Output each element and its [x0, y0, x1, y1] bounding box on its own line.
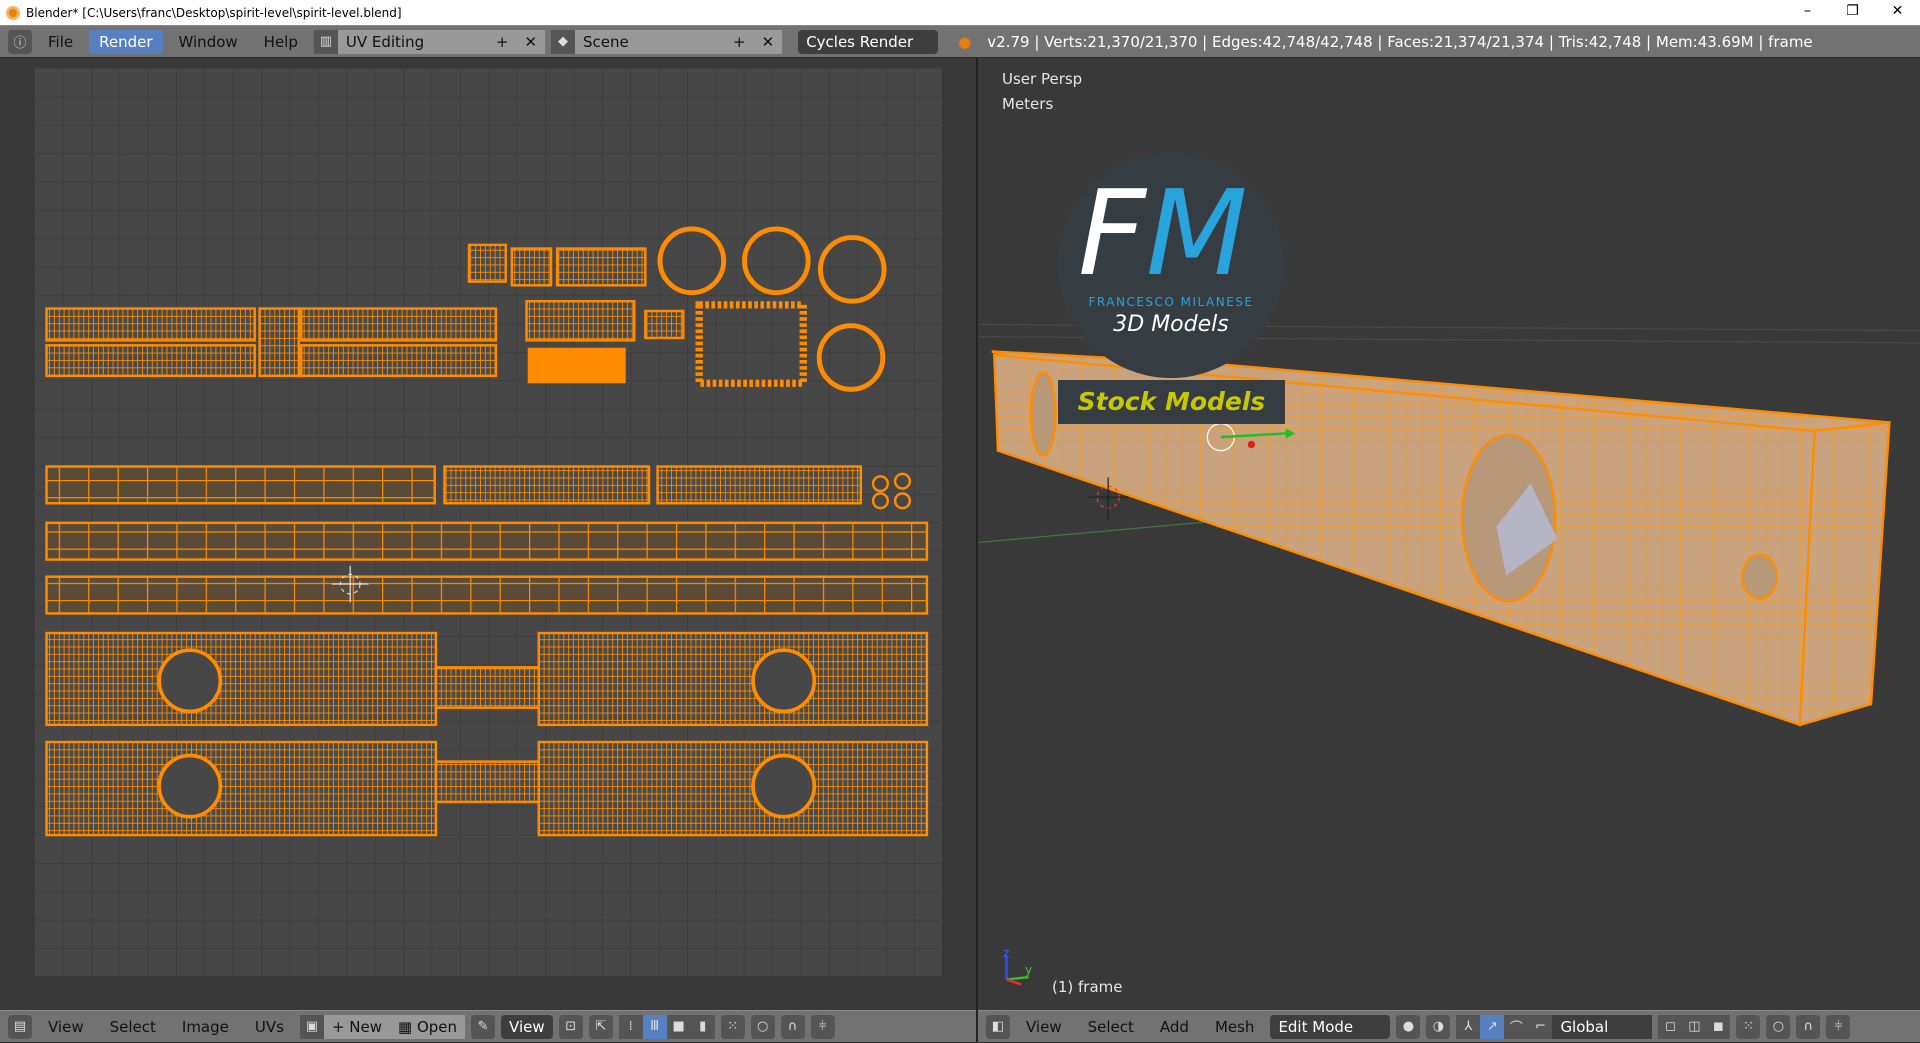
remove-scene-icon[interactable]: ✕	[753, 29, 783, 54]
info-editor-type-icon[interactable]: ⓘ	[8, 29, 32, 54]
vertex-select-icon[interactable]: ⁞	[618, 1014, 643, 1039]
render-engine-dropdown[interactable]: Cycles Render	[798, 29, 939, 54]
translate-manipulator-icon[interactable]: ↗	[1480, 1014, 1505, 1039]
layout-field[interactable]: UV Editing	[337, 29, 488, 54]
frame-label: (1) frame	[1052, 978, 1123, 996]
proportional-edit-icon[interactable]: ○	[1766, 1014, 1791, 1039]
open-label: Open	[416, 1017, 458, 1036]
face-select-icon[interactable]: ■	[666, 1014, 691, 1039]
scene-selector[interactable]: ◆ Scene + ✕	[551, 29, 783, 54]
view-mode-dropdown[interactable]: View	[501, 1014, 553, 1039]
view3d-menu-view[interactable]: View	[1016, 1015, 1072, 1039]
window-titlebar: Blender* [C:\Users\franc\Desktop\spirit-…	[0, 0, 1920, 25]
open-image-button[interactable]: ▦ Open	[390, 1014, 466, 1039]
uv-menu-select[interactable]: Select	[100, 1015, 166, 1039]
add-layout-icon[interactable]: +	[487, 29, 517, 54]
axis-z-label: z	[1003, 946, 1010, 960]
pin-icon[interactable]: ✎	[471, 1014, 496, 1039]
info-header: ⓘ File Render Window Help ▥ UV Editing +…	[0, 25, 1920, 58]
edge-select-mode-icon[interactable]: ◫	[1682, 1014, 1707, 1039]
rotate-manipulator-icon[interactable]: ⌒	[1504, 1014, 1529, 1039]
3d-view-header: ◧ View Select Add Mesh Edit Mode ● ◑ ⅄ ↗…	[978, 1010, 1920, 1043]
menu-render[interactable]: Render	[89, 29, 163, 54]
blender-logo-icon	[6, 5, 20, 20]
viewport-shading-icon[interactable]: ●	[1396, 1014, 1421, 1039]
units-label: Meters	[1002, 95, 1054, 113]
menu-file[interactable]: File	[38, 30, 83, 54]
window-title: Blender* [C:\Users\franc\Desktop\spirit-…	[26, 5, 402, 20]
view3d-menu-mesh[interactable]: Mesh	[1205, 1015, 1265, 1039]
pivot-point-icon[interactable]: ◑	[1426, 1014, 1451, 1039]
view-name-label: User Persp	[1002, 70, 1083, 88]
manipulator-toggle-icon[interactable]: ⅄	[1456, 1014, 1481, 1039]
scene-icon[interactable]: ◆	[551, 29, 576, 54]
add-scene-icon[interactable]: +	[725, 29, 754, 54]
logo-letter-m: M	[1145, 164, 1248, 302]
new-label: New	[349, 1017, 382, 1036]
menu-window[interactable]: Window	[169, 30, 248, 54]
proportional-edit-icon[interactable]: ○	[750, 1014, 775, 1039]
mode-dropdown[interactable]: Edit Mode	[1270, 1014, 1391, 1039]
restore-button[interactable]: ❐	[1830, 0, 1875, 22]
uv-image-editor[interactable]	[0, 58, 976, 1010]
logo-tagline: 3D Models	[1113, 312, 1229, 337]
orientation-dropdown[interactable]: Global	[1552, 1014, 1653, 1039]
minimize-button[interactable]: –	[1785, 0, 1830, 22]
scene-stats: v2.79 | Verts:21,370/21,370 | Edges:42,7…	[987, 32, 1813, 51]
snap-icon[interactable]: ∩	[780, 1014, 805, 1039]
editor-type-icon[interactable]: ◧	[986, 1014, 1010, 1039]
scale-manipulator-icon[interactable]: ⌐	[1528, 1014, 1553, 1039]
island-select-icon[interactable]: ▮	[690, 1014, 715, 1039]
logo-name: FRANCESCO MILANESE	[1088, 295, 1254, 309]
blender-icon: ●	[958, 32, 972, 51]
menu-help[interactable]: Help	[254, 30, 308, 54]
snap-element-icon[interactable]: ⫩	[1826, 1014, 1851, 1039]
uv-menu-image[interactable]: Image	[172, 1015, 239, 1039]
scene-field[interactable]: Scene	[575, 29, 726, 54]
edge-select-icon[interactable]: Ⅲ	[642, 1014, 667, 1039]
new-image-button[interactable]: + New	[323, 1014, 390, 1039]
remove-layout-icon[interactable]: ✕	[516, 29, 546, 54]
logo-letter-f: F	[1078, 164, 1146, 302]
image-browse-icon[interactable]: ▣	[299, 1014, 324, 1039]
uv-grid[interactable]	[34, 68, 942, 976]
stock-models-banner: Stock Models	[1058, 380, 1285, 424]
snap-icon[interactable]: ∩	[1796, 1014, 1821, 1039]
vertex-select-mode-icon[interactable]: ◻	[1658, 1014, 1683, 1039]
uv-menu-uvs[interactable]: UVs	[245, 1015, 294, 1039]
view3d-menu-add[interactable]: Add	[1150, 1015, 1199, 1039]
pivot-icon[interactable]: ⊡	[558, 1014, 583, 1039]
editor-type-icon[interactable]: ▤	[8, 1014, 32, 1039]
view3d-menu-select[interactable]: Select	[1078, 1015, 1144, 1039]
snap-element-icon[interactable]: ⫩	[810, 1014, 835, 1039]
uv-editor-header: ▤ View Select Image UVs ▣ + New ▦ Open ✎…	[0, 1010, 976, 1043]
layout-selector[interactable]: ▥ UV Editing + ✕	[313, 29, 546, 54]
axis-y-label: y	[1025, 963, 1033, 977]
layout-icon[interactable]: ▥	[313, 29, 338, 54]
sync-selection-icon[interactable]: ⇱	[588, 1014, 613, 1039]
close-button[interactable]: ✕	[1875, 0, 1920, 22]
limit-selection-icon[interactable]: ⁙	[1736, 1014, 1761, 1039]
watermark-logo: FM FRANCESCO MILANESE 3D Models	[1058, 152, 1284, 378]
face-select-mode-icon[interactable]: ◼	[1706, 1014, 1731, 1039]
uv-menu-view[interactable]: View	[38, 1015, 94, 1039]
sticky-select-icon[interactable]: ⁙	[720, 1014, 745, 1039]
